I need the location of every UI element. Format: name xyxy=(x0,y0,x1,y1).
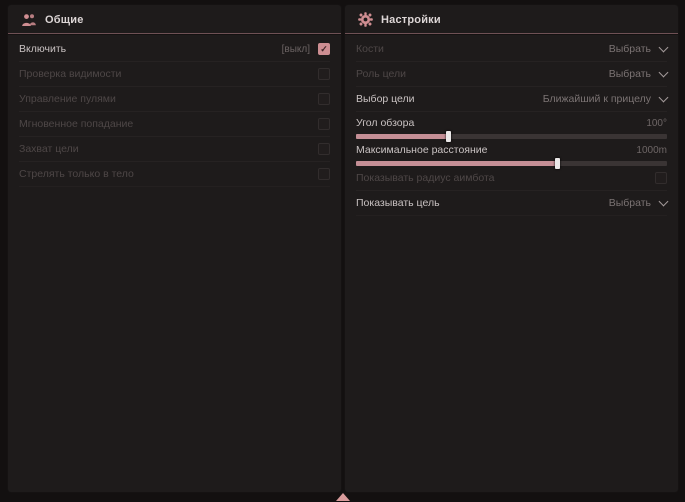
keybind-status: [выкл] xyxy=(282,44,310,55)
bones-dropdown[interactable]: Выбрать xyxy=(609,43,667,55)
max-distance-slider-handle[interactable] xyxy=(555,158,560,169)
row-instant-hit[interactable]: Мгновенное попадание xyxy=(19,112,330,137)
max-distance-label: Максимальное расстояние xyxy=(356,144,487,156)
fov-slider-handle[interactable] xyxy=(446,131,451,142)
row-target-select[interactable]: Выбор цели Ближайший к прицелу xyxy=(356,87,667,112)
row-show-radius[interactable]: Показывать радиус аимбота xyxy=(356,166,667,191)
target-role-dropdown-value: Выбрать xyxy=(609,68,651,80)
enable-checkbox[interactable]: ✓ xyxy=(318,43,330,55)
body-only-checkbox[interactable] xyxy=(318,168,330,180)
check-icon: ✓ xyxy=(320,45,328,54)
row-body-only-label: Стрелять только в тело xyxy=(19,168,134,180)
chevron-down-icon xyxy=(659,43,669,53)
panel-title-settings: Настройки xyxy=(381,14,441,26)
target-select-dropdown-value: Ближайший к прицелу xyxy=(543,93,651,105)
users-icon xyxy=(21,13,37,27)
row-show-target[interactable]: Показывать цель Выбрать xyxy=(356,191,667,216)
row-body-only[interactable]: Стрелять только в тело xyxy=(19,162,330,187)
row-bullet-control-label: Управление пулями xyxy=(19,93,116,105)
fov-value: 100° xyxy=(646,118,667,129)
visibility-check-checkbox[interactable] xyxy=(318,68,330,80)
expand-up-arrow-icon[interactable] xyxy=(336,493,350,501)
chevron-down-icon xyxy=(659,93,669,103)
row-enable[interactable]: Включить [выкл] ✓ xyxy=(19,37,330,62)
row-show-target-label: Показывать цель xyxy=(356,197,440,209)
chevron-down-icon xyxy=(659,197,669,207)
instant-hit-checkbox[interactable] xyxy=(318,118,330,130)
row-bones[interactable]: Кости Выбрать xyxy=(356,37,667,62)
show-radius-checkbox[interactable] xyxy=(655,172,667,184)
chevron-down-icon xyxy=(659,68,669,78)
bullet-control-checkbox[interactable] xyxy=(318,93,330,105)
panel-settings: Настройки Кости Выбрать Роль цели Выбрат… xyxy=(345,5,678,492)
target-lock-checkbox[interactable] xyxy=(318,143,330,155)
show-target-dropdown-value: Выбрать xyxy=(609,197,651,209)
panel-title-general: Общие xyxy=(45,14,84,26)
max-distance-slider-fill xyxy=(356,161,558,166)
row-fov: Угол обзора 100° xyxy=(356,112,667,139)
row-max-distance: Максимальное расстояние 1000m xyxy=(356,139,667,166)
row-enable-label: Включить xyxy=(19,43,66,55)
row-visibility-check-label: Проверка видимости xyxy=(19,68,121,80)
panel-general: Общие Включить [выкл] ✓ Проверка видимос… xyxy=(8,5,341,492)
max-distance-slider[interactable] xyxy=(356,161,667,166)
show-target-dropdown[interactable]: Выбрать xyxy=(609,197,667,209)
row-visibility-check[interactable]: Проверка видимости xyxy=(19,62,330,87)
row-target-lock[interactable]: Захват цели xyxy=(19,137,330,162)
row-instant-hit-label: Мгновенное попадание xyxy=(19,118,133,130)
fov-slider-fill xyxy=(356,134,449,139)
row-bullet-control[interactable]: Управление пулями xyxy=(19,87,330,112)
panel-settings-header: Настройки xyxy=(345,5,678,30)
max-distance-value: 1000m xyxy=(636,145,667,156)
fov-slider[interactable] xyxy=(356,134,667,139)
bones-dropdown-value: Выбрать xyxy=(609,43,651,55)
target-select-dropdown[interactable]: Ближайший к прицелу xyxy=(543,93,667,105)
row-target-lock-label: Захват цели xyxy=(19,143,79,155)
target-role-dropdown[interactable]: Выбрать xyxy=(609,68,667,80)
row-bones-label: Кости xyxy=(356,43,384,55)
panel-general-header: Общие xyxy=(8,5,341,30)
row-show-radius-label: Показывать радиус аимбота xyxy=(356,172,495,184)
gear-icon xyxy=(358,12,373,27)
row-target-role[interactable]: Роль цели Выбрать xyxy=(356,62,667,87)
fov-label: Угол обзора xyxy=(356,117,414,129)
row-target-role-label: Роль цели xyxy=(356,68,406,80)
row-target-select-label: Выбор цели xyxy=(356,93,415,105)
